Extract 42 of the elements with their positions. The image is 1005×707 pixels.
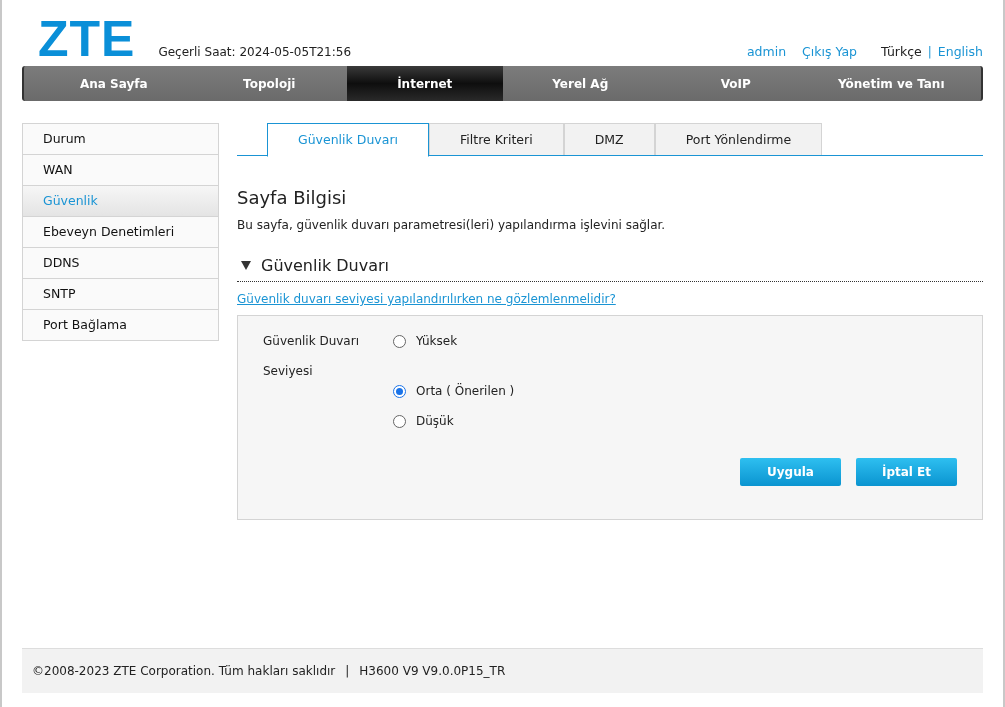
sidebar-item[interactable]: SNTP — [23, 278, 218, 309]
language-separator: | — [927, 44, 932, 59]
logout-link[interactable]: Çıkış Yap — [802, 44, 857, 59]
sidebar-item[interactable]: Ebeveyn Denetimleri — [23, 216, 218, 247]
sidebar-item[interactable]: Güvenlik — [23, 185, 218, 216]
radio-label: Yüksek — [416, 334, 458, 348]
nav-tab[interactable]: İnternet — [347, 66, 503, 101]
nav-tab[interactable]: Ana Sayfa — [36, 66, 192, 101]
zte-logo: ZTE — [38, 14, 136, 64]
apply-button[interactable]: Uygula — [740, 458, 841, 486]
sidebar-item[interactable]: Durum — [23, 124, 218, 154]
radio-label: Düşük — [416, 414, 454, 428]
cancel-button[interactable]: İptal Et — [856, 458, 957, 486]
tab[interactable]: Filtre Kriteri — [429, 123, 564, 155]
section-title: Güvenlik Duvarı — [261, 256, 389, 275]
sidebar-item[interactable]: Port Bağlama — [23, 309, 218, 340]
page-title: Sayfa Bilgisi — [237, 187, 348, 208]
language-link[interactable]: English — [937, 44, 983, 59]
radio-label: Orta ( Önerilen ) — [416, 384, 515, 398]
radio-button[interactable] — [393, 414, 406, 428]
nav-tab[interactable]: Topoloji — [191, 66, 347, 101]
current-time: Geçerli Saat: 2024-05-05T21:56 — [158, 45, 352, 59]
radio-button[interactable] — [393, 334, 406, 348]
radio-button[interactable] — [393, 384, 406, 398]
help-link[interactable]: Güvenlik duvarı seviyesi yapılandırılırken ne gözlemlenmelidir? — [237, 292, 616, 306]
field-label: Seviyesi — [263, 363, 314, 380]
page-description: Bu sayfa, güvenlik duvarı parametresi(leri) yapılandırma işlevini sağlar. — [237, 218, 667, 232]
sidebar-item[interactable]: WAN — [23, 154, 218, 185]
language-link[interactable]: Türkçe — [881, 44, 922, 59]
nav-tab[interactable]: Yönetim ve Tanı — [813, 66, 969, 101]
sidebar-item[interactable]: DDNS — [23, 247, 218, 278]
tab[interactable]: DMZ — [563, 123, 655, 155]
triangle-icon[interactable] — [241, 261, 251, 270]
tab[interactable]: Port Yönlendirme — [654, 123, 823, 155]
tab[interactable]: Güvenlik Duvarı — [267, 123, 429, 157]
user-link[interactable]: admin — [746, 44, 787, 59]
version-text: H3600 V9 V9.0.0P15_TR — [359, 664, 506, 678]
nav-tab[interactable]: Yerel Ağ — [502, 66, 658, 101]
field-label: Güvenlik Duvarı — [263, 333, 360, 350]
copyright-text: ©2008-2023 ZTE Corporation. Tüm hakları saklıdır — [32, 664, 336, 678]
footer-separator: | — [345, 664, 350, 678]
nav-tab[interactable]: VoIP — [658, 66, 814, 101]
